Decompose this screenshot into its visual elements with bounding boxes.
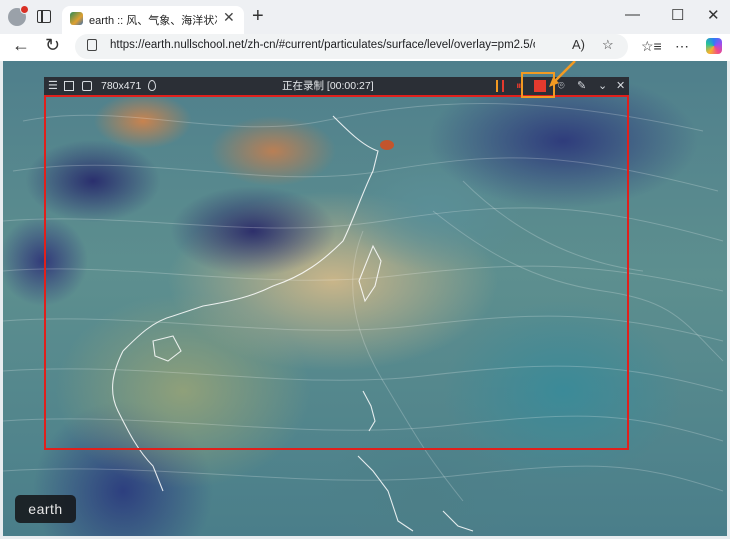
recorder-menu-icon[interactable]: ☰ [48, 79, 58, 93]
recording-region [44, 95, 629, 450]
active-tab[interactable]: earth :: 风、气象、海洋状况的全球地图 ✕ [62, 6, 244, 34]
navigation-bar: ← ↻ https://earth.nullschool.net/zh-cn/#… [0, 34, 730, 61]
earth-menu-button[interactable]: earth [15, 495, 76, 523]
copilot-icon[interactable] [706, 38, 722, 54]
pointer-arrow-icon [549, 61, 576, 87]
url-text[interactable]: https://earth.nullschool.net/zh-cn/#curr… [110, 39, 535, 51]
maximize-button[interactable]: ☐ [671, 6, 684, 24]
fullscreen-select-icon[interactable] [64, 81, 74, 91]
region-select-icon[interactable] [82, 81, 92, 91]
audio-level-icon-2 [502, 80, 504, 92]
close-window-button[interactable]: ✕ [707, 6, 720, 24]
more-menu-icon[interactable]: ⋯ [675, 38, 689, 55]
site-info-icon[interactable] [87, 39, 97, 51]
earth-map-view[interactable]: ☰ 780x471 正在录制 [00:00:27] ⏸ ⌾ ✎ ⌄ ✕ eart… [3, 61, 727, 536]
favorite-star-icon[interactable]: ☆ [602, 37, 614, 53]
address-bar[interactable]: https://earth.nullschool.net/zh-cn/#curr… [75, 34, 628, 59]
earth-favicon-icon [70, 12, 83, 25]
audio-level-icon [496, 80, 498, 92]
drop-icon[interactable] [148, 80, 156, 91]
minimize-button[interactable]: — [625, 6, 640, 23]
recording-status: 正在录制 [00:00:27] [282, 80, 374, 92]
tab-close-icon[interactable]: ✕ [223, 9, 235, 26]
collapse-icon[interactable]: ⌄ [598, 79, 607, 93]
tab-title: earth :: 风、气象、海洋状况的全球地图 [89, 15, 217, 27]
profile-avatar-icon[interactable] [8, 5, 29, 26]
tab-bar: earth :: 风、气象、海洋状况的全球地图 ✕ + — ☐ ✕ [0, 0, 730, 34]
favorites-icon[interactable]: ☆≡ [641, 38, 662, 55]
read-aloud-icon[interactable]: A) [572, 37, 585, 52]
recorder-close-icon[interactable]: ✕ [616, 79, 625, 93]
tab-actions-icon[interactable] [37, 10, 51, 23]
new-tab-button[interactable]: + [252, 5, 264, 28]
reload-button[interactable]: ↻ [45, 35, 60, 56]
recording-dimensions: 780x471 [101, 80, 142, 92]
back-button[interactable]: ← [12, 35, 30, 56]
